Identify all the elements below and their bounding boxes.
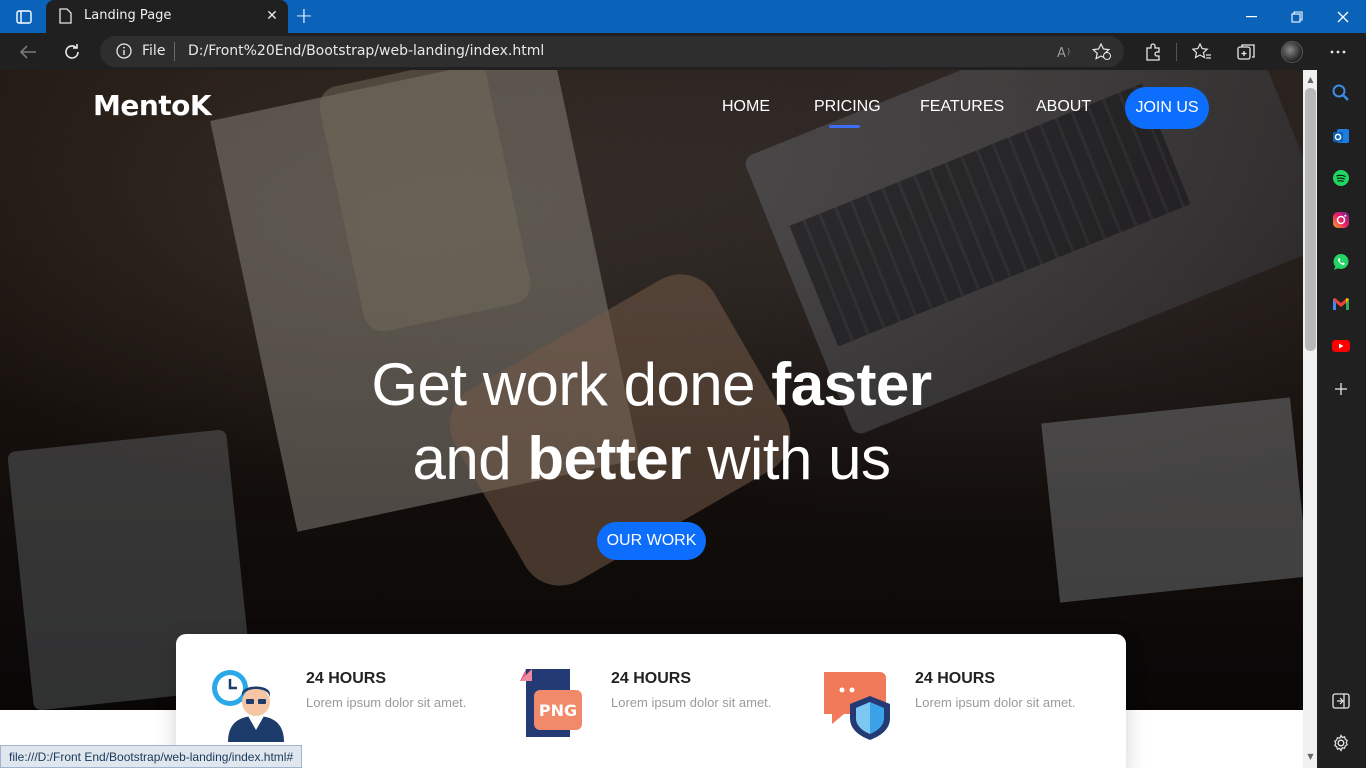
chat-shield-icon: [820, 666, 900, 746]
page-icon: [58, 8, 72, 28]
browser-titlebar: Landing Page ✕ +: [0, 0, 1366, 33]
png-file-icon: PNG: [518, 666, 598, 746]
profile-avatar[interactable]: [1281, 41, 1303, 63]
file-label: File: [142, 43, 166, 59]
nav-pricing[interactable]: PRICING: [814, 98, 881, 116]
whatsapp-icon[interactable]: [1330, 251, 1352, 273]
extensions-icon[interactable]: [1142, 41, 1164, 63]
youtube-icon[interactable]: [1330, 335, 1352, 357]
settings-gear-icon[interactable]: [1330, 732, 1352, 754]
browser-sidebar: [1317, 70, 1366, 768]
nav-about[interactable]: ABOUT: [1036, 98, 1091, 116]
hero-section: MentoK HOME PRICING FEATURES ABOUT JOIN …: [0, 70, 1303, 711]
outlook-icon[interactable]: [1330, 125, 1352, 147]
gmail-icon[interactable]: [1330, 293, 1352, 315]
browser-toolbar: File D:/Front%20End/Bootstrap/web-landin…: [0, 33, 1366, 70]
feature-title: 24 HOURS: [611, 670, 692, 687]
headline-line-2: and better with us: [0, 424, 1303, 493]
instagram-icon[interactable]: [1330, 209, 1352, 231]
hide-sidebar-icon[interactable]: [1330, 690, 1352, 712]
favorites-icon[interactable]: [1191, 41, 1213, 63]
scroll-down-icon[interactable]: ▼: [1305, 751, 1316, 761]
status-bar-url: file:///D:/Front End/Bootstrap/web-landi…: [0, 745, 303, 768]
tab-actions-icon[interactable]: [12, 6, 36, 28]
url-text[interactable]: D:/Front%20End/Bootstrap/web-landing/ind…: [188, 43, 544, 59]
page-viewport: MentoK HOME PRICING FEATURES ABOUT JOIN …: [0, 70, 1303, 768]
address-bar[interactable]: File D:/Front%20End/Bootstrap/web-landin…: [100, 36, 1124, 67]
headline-emphasis: better: [527, 425, 692, 492]
close-window-icon[interactable]: [1320, 0, 1366, 33]
restore-icon[interactable]: [1274, 0, 1320, 33]
add-sidebar-app-icon[interactable]: [1330, 378, 1352, 400]
site-logo[interactable]: MentoK: [93, 89, 212, 122]
png-badge-text: PNG: [539, 701, 577, 720]
headline-text: and: [412, 425, 528, 492]
nav-features[interactable]: FEATURES: [920, 98, 1004, 116]
headline-emphasis: faster: [771, 351, 932, 418]
nav-active-indicator: [829, 125, 860, 128]
join-us-button[interactable]: JOIN US: [1125, 87, 1209, 129]
headline-text: Get work done: [371, 351, 772, 418]
features-card: 24 HOURS Lorem ipsum dolor sit amet. PNG…: [176, 634, 1126, 768]
back-icon[interactable]: [14, 38, 42, 66]
minimize-icon[interactable]: [1228, 0, 1274, 33]
our-work-button[interactable]: OUR WORK: [597, 522, 706, 560]
browser-tab[interactable]: Landing Page ✕: [46, 0, 288, 33]
feature-text: Lorem ipsum dolor sit amet.: [306, 695, 467, 710]
search-icon[interactable]: [1330, 82, 1352, 104]
headline-text: with us: [691, 425, 891, 492]
svg-text:): ): [1067, 47, 1070, 56]
refresh-icon[interactable]: [58, 38, 86, 66]
add-favorite-icon[interactable]: [1092, 42, 1112, 62]
svg-text:A: A: [1057, 46, 1066, 60]
feature-title: 24 HOURS: [915, 670, 996, 687]
toolbar-divider: [1176, 43, 1177, 61]
feature-text: Lorem ipsum dolor sit amet.: [915, 695, 1076, 710]
collections-icon[interactable]: [1235, 41, 1257, 63]
feature-title: 24 HOURS: [306, 670, 387, 687]
support-agent-icon: [208, 666, 288, 746]
scrollbar-thumb[interactable]: [1305, 88, 1316, 351]
feature-item: 24 HOURS Lorem ipsum dolor sit amet.: [820, 634, 1120, 768]
scroll-up-icon[interactable]: ▲: [1305, 74, 1316, 84]
spotify-icon[interactable]: [1330, 167, 1352, 189]
feature-text: Lorem ipsum dolor sit amet.: [611, 695, 772, 710]
headline-line-1: Get work done faster: [0, 350, 1303, 419]
new-tab-icon[interactable]: +: [292, 4, 316, 29]
info-icon[interactable]: [116, 43, 132, 63]
separator: [174, 42, 175, 61]
read-aloud-icon[interactable]: A): [1056, 42, 1076, 62]
tab-title: Landing Page: [84, 8, 172, 23]
close-tab-icon[interactable]: ✕: [264, 8, 280, 24]
feature-item: PNG 24 HOURS Lorem ipsum dolor sit amet.: [518, 634, 818, 768]
more-options-icon[interactable]: [1327, 41, 1349, 63]
nav-home[interactable]: HOME: [722, 98, 770, 116]
